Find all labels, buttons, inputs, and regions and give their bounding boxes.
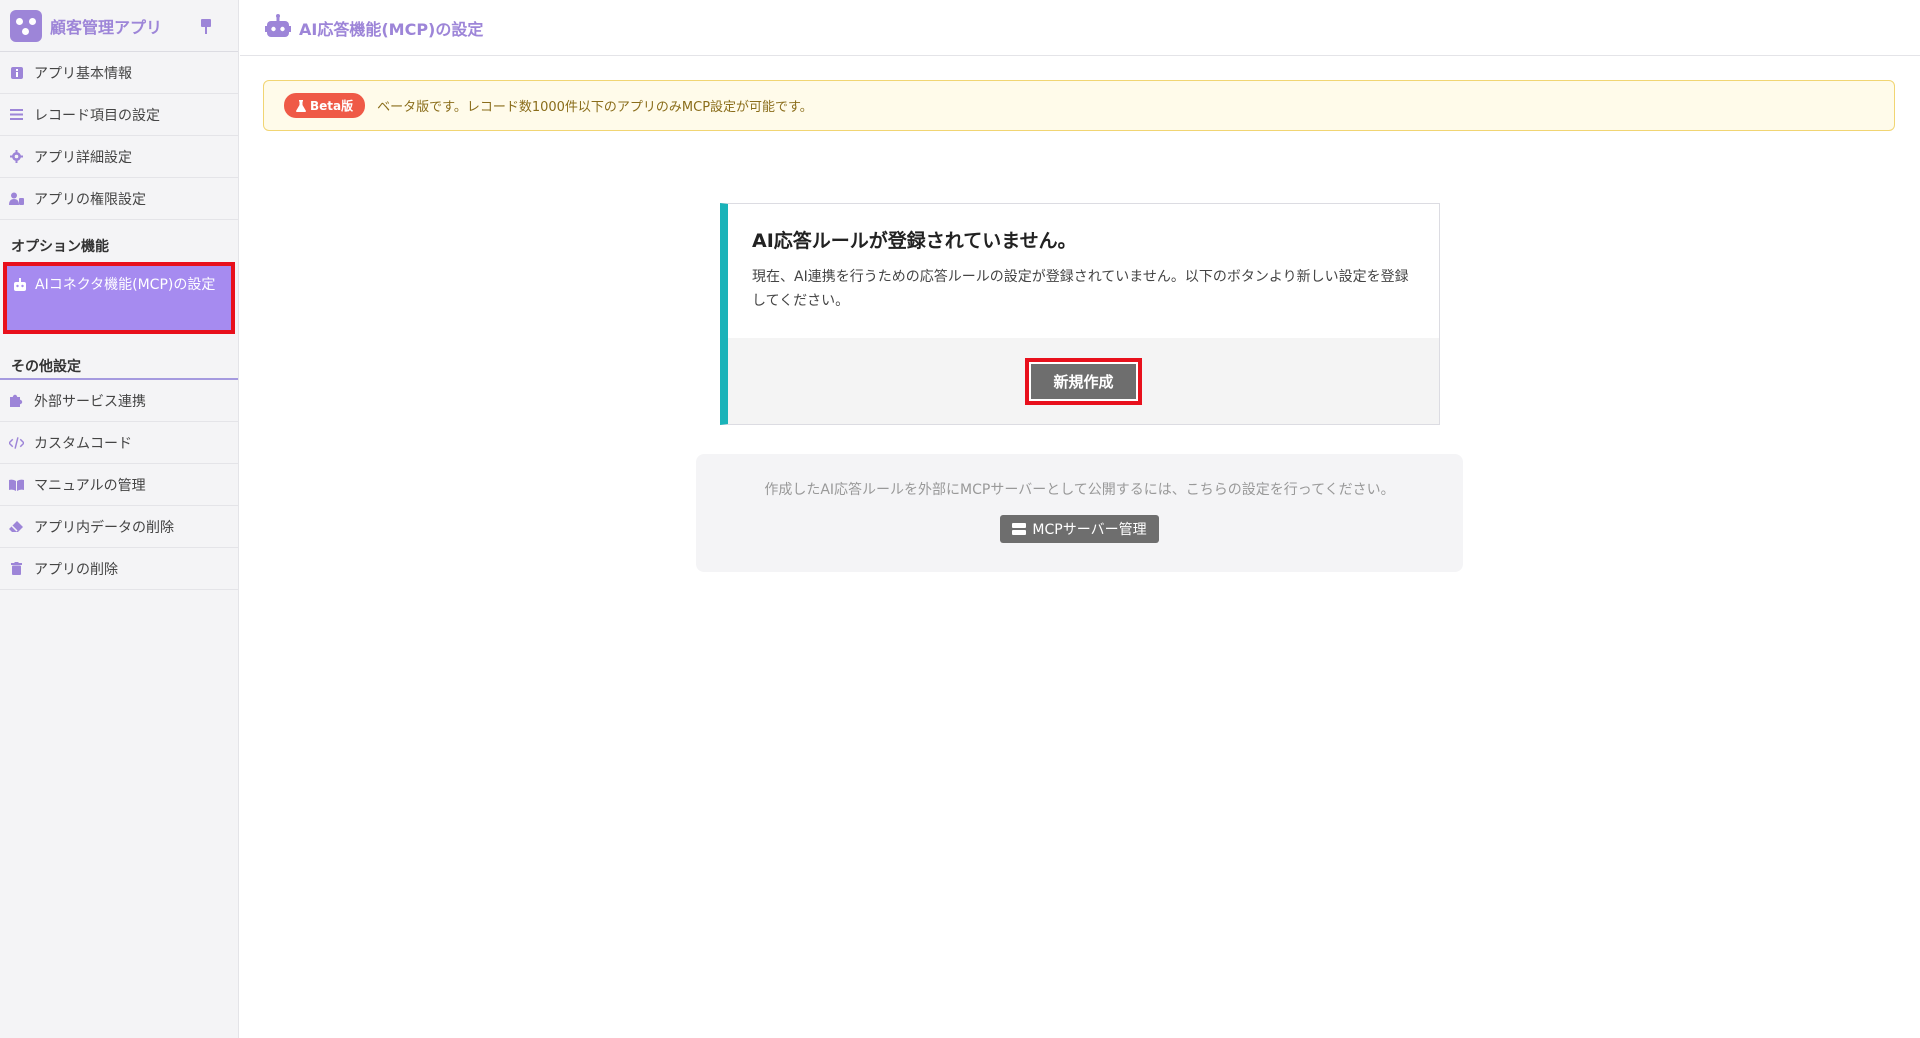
sidebar-item-basic-info[interactable]: アプリ基本情報 bbox=[0, 52, 238, 94]
sidebar-item-label: アプリ基本情報 bbox=[34, 65, 132, 82]
app-logo-icon bbox=[10, 9, 42, 42]
sidebar-item-custom-code[interactable]: カスタムコード bbox=[0, 422, 238, 464]
mcp-server-manage-button[interactable]: MCPサーバー管理 bbox=[1000, 515, 1159, 543]
create-new-button[interactable]: 新規作成 bbox=[1029, 361, 1138, 401]
users-icon bbox=[9, 191, 24, 206]
sidebar-item-permissions[interactable]: アプリの権限設定 bbox=[0, 178, 238, 220]
eraser-icon bbox=[9, 519, 24, 534]
sidebar-item-delete-app[interactable]: アプリの削除 bbox=[0, 548, 238, 590]
sidebar-item-external-services[interactable]: 外部サービス連携 bbox=[0, 380, 238, 422]
sidebar-item-label: アプリ内データの削除 bbox=[34, 519, 174, 536]
robot-icon bbox=[265, 13, 291, 42]
sidebar-item-label: アプリ詳細設定 bbox=[34, 149, 132, 166]
info-icon bbox=[9, 65, 24, 80]
card-footer: 新規作成 bbox=[728, 338, 1439, 424]
sidebar-item-app-details[interactable]: アプリ詳細設定 bbox=[0, 136, 238, 178]
beta-badge-label: Beta版 bbox=[310, 99, 354, 113]
sidebar-item-delete-data[interactable]: アプリ内データの削除 bbox=[0, 506, 238, 548]
server-icon bbox=[1012, 523, 1027, 535]
sidebar-item-label: 外部サービス連携 bbox=[34, 393, 146, 410]
sidebar-item-ai-connector[interactable]: AIコネクタ機能(MCP)の設定 bbox=[3, 262, 235, 334]
highlight-box: 新規作成 bbox=[1025, 357, 1142, 405]
mcp-description: 作成したAI応答ルールを外部にMCPサーバーとして公開するには、こちらの設定を行… bbox=[764, 482, 1395, 498]
beta-notice: Beta版 ベータ版です。レコード数1000件以下のアプリのみMCP設定が可能で… bbox=[263, 80, 1895, 131]
beta-message: ベータ版です。レコード数1000件以下のアプリのみMCP設定が可能です。 bbox=[377, 100, 813, 115]
page-header: AI応答機能(MCP)の設定 bbox=[240, 0, 1920, 56]
sidebar-item-label: レコード項目の設定 bbox=[34, 107, 160, 124]
code-icon bbox=[9, 435, 24, 450]
flask-icon bbox=[296, 99, 306, 112]
list-icon bbox=[9, 107, 24, 122]
robot-icon bbox=[13, 278, 27, 292]
sidebar-item-label: マニュアルの管理 bbox=[34, 477, 146, 494]
sidebar: 顧客管理アプリ アプリ基本情報 レコード項目の設定 アプリ詳細設定 アプリの権限… bbox=[0, 0, 239, 1038]
pin-icon[interactable] bbox=[198, 18, 214, 34]
beta-badge: Beta版 bbox=[284, 93, 366, 118]
mcp-button-label: MCPサーバー管理 bbox=[1032, 522, 1147, 538]
puzzle-icon bbox=[9, 393, 24, 408]
brand-header: 顧客管理アプリ bbox=[0, 0, 238, 52]
app-name: 顧客管理アプリ bbox=[50, 17, 163, 37]
page-title: AI応答機能(MCP)の設定 bbox=[299, 19, 484, 39]
card-body: AI応答ルールが登録されていません。 現在、AI連携を行うための応答ルールの設定… bbox=[728, 204, 1439, 338]
card-description: 現在、AI連携を行うための応答ルールの設定が登録されていません。以下のボタンより… bbox=[752, 269, 1409, 309]
section-title-options: オプション機能 bbox=[11, 239, 109, 255]
mcp-server-section: 作成したAI応答ルールを外部にMCPサーバーとして公開するには、こちらの設定を行… bbox=[696, 454, 1463, 572]
sidebar-item-label: アプリの権限設定 bbox=[34, 191, 146, 208]
gear-icon bbox=[9, 149, 24, 164]
card-title: AI応答ルールが登録されていません。 bbox=[752, 230, 1077, 252]
sidebar-item-label: AIコネクタ機能(MCP)の設定 bbox=[35, 277, 216, 293]
sidebar-item-record-fields[interactable]: レコード項目の設定 bbox=[0, 94, 238, 136]
app-root: 顧客管理アプリ アプリ基本情報 レコード項目の設定 アプリ詳細設定 アプリの権限… bbox=[0, 0, 1920, 1038]
trash-icon bbox=[9, 561, 24, 576]
sidebar-item-label: アプリの削除 bbox=[34, 561, 118, 578]
section-title-other: その他設定 bbox=[0, 334, 238, 380]
empty-rules-card: AI応答ルールが登録されていません。 現在、AI連携を行うための応答ルールの設定… bbox=[720, 203, 1440, 425]
sidebar-item-label: カスタムコード bbox=[34, 435, 132, 452]
sidebar-item-manuals[interactable]: マニュアルの管理 bbox=[0, 464, 238, 506]
book-icon bbox=[9, 477, 24, 492]
